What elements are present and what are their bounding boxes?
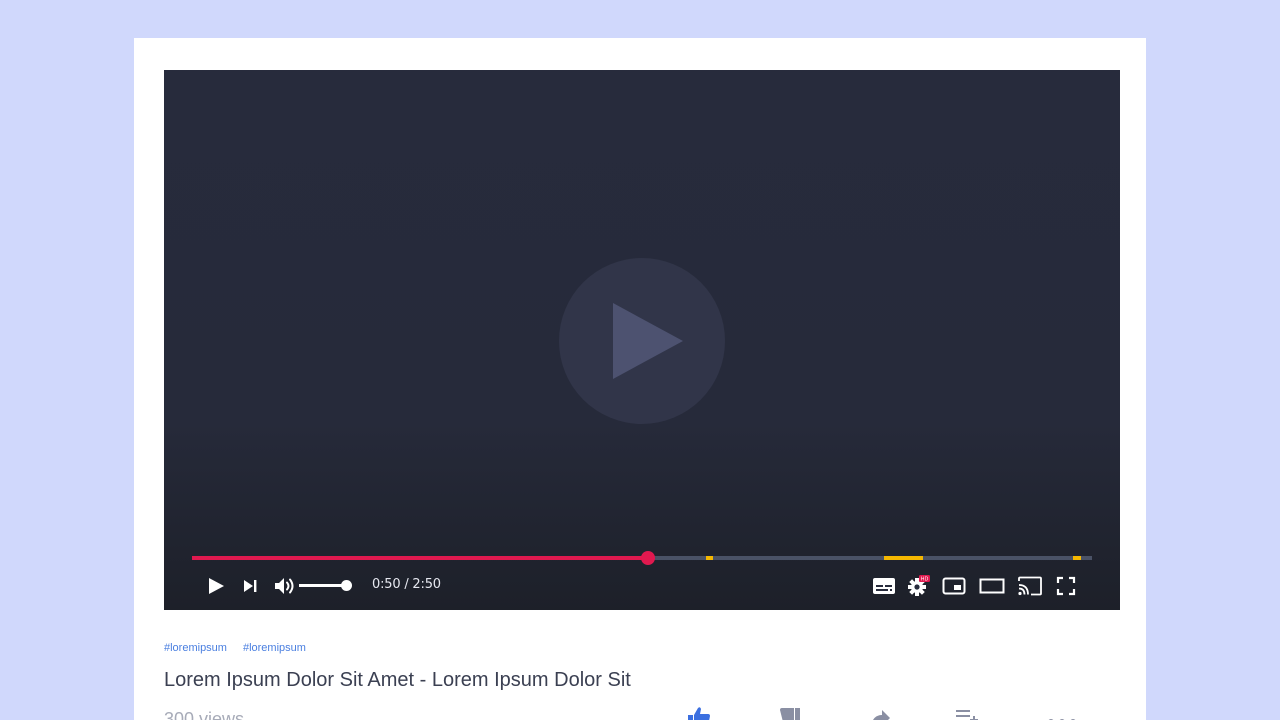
- time-display: 0:50 / 2:50: [372, 577, 441, 592]
- hashtag-link[interactable]: #loremipsum: [243, 642, 306, 654]
- play-button[interactable]: [204, 572, 228, 600]
- chapter-marker: [884, 556, 923, 560]
- hashtag-list: #loremipsum #loremipsum: [164, 642, 306, 654]
- cast-button[interactable]: [1016, 572, 1044, 600]
- theater-mode-button[interactable]: [978, 572, 1006, 600]
- volume-icon: [275, 578, 294, 594]
- miniplayer-button[interactable]: [941, 572, 967, 600]
- subtitles-button[interactable]: [870, 572, 898, 600]
- big-play-button[interactable]: [559, 258, 725, 424]
- like-icon[interactable]: [686, 706, 712, 720]
- subtitles-icon: [873, 578, 895, 594]
- dislike-icon[interactable]: [776, 706, 802, 720]
- settings-icon: HD: [908, 575, 930, 596]
- theater-mode-icon: [979, 578, 1005, 594]
- save-playlist-icon[interactable]: [954, 706, 980, 720]
- play-icon: [613, 303, 683, 379]
- video-player[interactable]: 0:50 / 2:50 HD: [164, 70, 1120, 610]
- chapter-marker: [1073, 556, 1082, 560]
- chapter-marker: [705, 556, 714, 560]
- cast-icon: [1018, 576, 1042, 596]
- volume-slider-handle[interactable]: [341, 580, 352, 591]
- settings-button[interactable]: HD: [904, 572, 932, 600]
- share-icon[interactable]: [868, 706, 894, 720]
- fullscreen-button[interactable]: [1054, 572, 1078, 600]
- next-button[interactable]: [240, 572, 260, 600]
- miniplayer-icon: [942, 577, 966, 595]
- play-icon: [209, 578, 224, 594]
- hashtag-link[interactable]: #loremipsum: [164, 642, 227, 654]
- scrubber-handle[interactable]: [641, 551, 656, 565]
- video-title: Lorem Ipsum Dolor Sit Amet - Lorem Ipsum…: [164, 669, 631, 691]
- progress-played: [192, 556, 649, 560]
- progress-bar[interactable]: [192, 551, 1092, 565]
- fullscreen-icon: [1056, 576, 1076, 596]
- hd-badge: HD: [921, 577, 929, 583]
- more-icon[interactable]: [1046, 706, 1078, 720]
- mute-button[interactable]: [272, 572, 298, 600]
- next-icon: [244, 580, 257, 592]
- view-count: 300 views: [164, 709, 245, 720]
